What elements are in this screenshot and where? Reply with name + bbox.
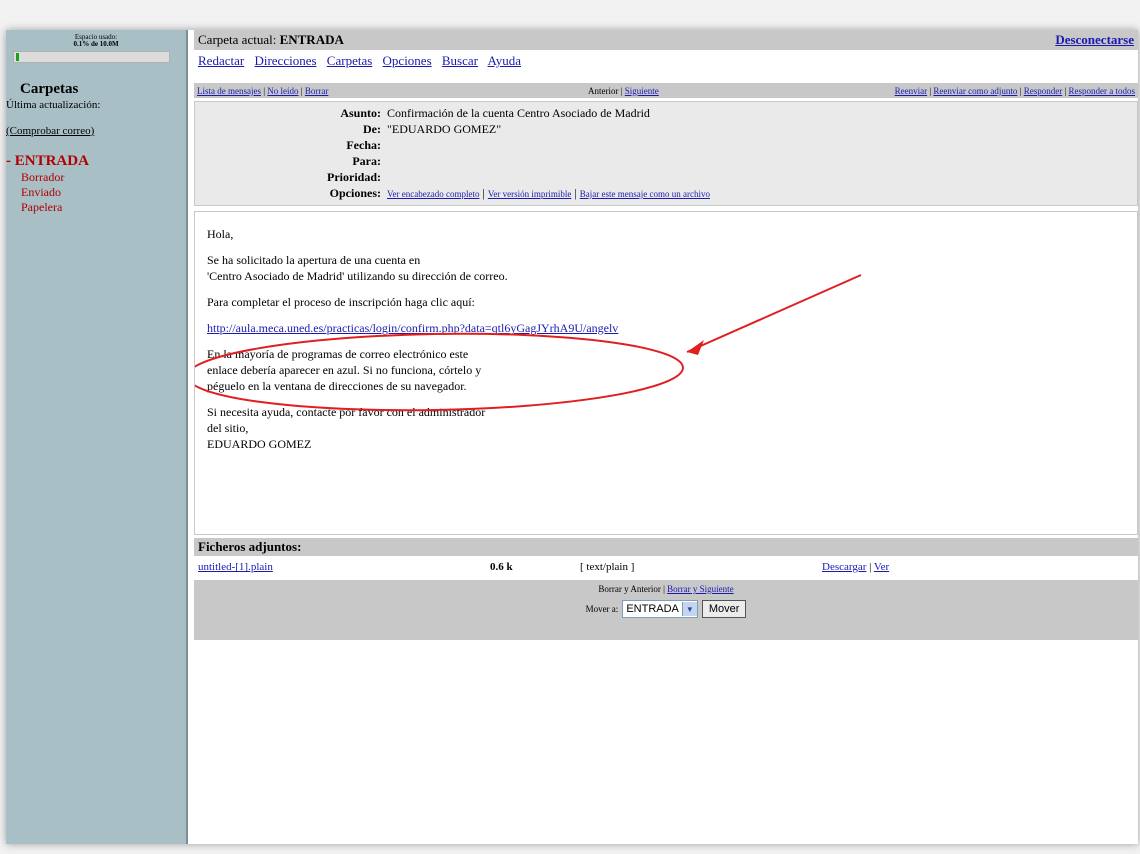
date-label: Fecha: [346, 138, 381, 152]
paragraph-3-line-2: enlace debería aparecer en azul. Si no f… [207, 363, 482, 377]
attachment-actions: Descargar | Ver [822, 561, 890, 573]
quota-bar-fill [16, 53, 19, 61]
confirm-link-wrap: http://aula.meca.uned.es/practicas/login… [207, 320, 1125, 336]
attachment-name-cell: untitled-[1].plain [198, 561, 490, 573]
menu-opciones[interactable]: Opciones [383, 53, 432, 68]
delete-link[interactable]: Borrar [305, 86, 329, 96]
prev-label: Anterior [587, 85, 619, 96]
delete-prev-label: Borrar y Anterior [598, 584, 661, 594]
paragraph-1-line-1: Se ha solicitado la apertura de una cuen… [207, 253, 421, 267]
delete-next-link[interactable]: Borrar y Siguiente [667, 584, 734, 594]
nav-left: Lista de mensajes | No leído | Borrar [197, 85, 329, 96]
attachment-size: 0.6 k [490, 561, 513, 573]
move-button[interactable]: Mover [701, 600, 747, 618]
priority-label: Prioridad: [327, 170, 381, 184]
next-link[interactable]: Siguiente [625, 86, 659, 96]
main-pane: Carpeta actual: ENTRADA Desconectarse Re… [194, 30, 1138, 640]
priority-value [387, 169, 1137, 185]
date-value [387, 137, 1137, 153]
menu-buscar[interactable]: Buscar [442, 53, 478, 68]
move-folder-select[interactable]: ENTRADA ▼ [622, 600, 698, 618]
current-folder-label: Carpeta actual: [198, 32, 280, 47]
annotation-arrow-line [686, 274, 862, 353]
move-folder-value: ENTRADA [626, 603, 679, 615]
folder-enviado[interactable]: Enviado [6, 185, 186, 200]
menu-carpetas[interactable]: Carpetas [327, 53, 372, 68]
forward-link[interactable]: Reenviar [895, 86, 927, 96]
header-subject-row: Asunto: Confirmación de la cuenta Centro… [195, 105, 1137, 121]
quota-label: Espacio usado: 0.1% de 10.0M [6, 34, 186, 48]
bottom-delete-nav: Borrar y Anterior | Borrar y Siguiente [598, 584, 734, 594]
header-date-row: Fecha: [195, 137, 1137, 153]
download-message-link[interactable]: Bajar este mensaje como un archivo [580, 189, 710, 199]
download-attachment-link[interactable]: Descargar [822, 561, 866, 573]
move-row: Mover a: ENTRADA ▼ Mover [194, 600, 1138, 618]
top-bar: Carpeta actual: ENTRADA Desconectarse [194, 30, 1138, 50]
paragraph-4: Si necesita ayuda, contacte por favor co… [207, 404, 1125, 452]
subject-label: Asunto: [340, 106, 381, 120]
message-headers: Asunto: Confirmación de la cuenta Centro… [194, 101, 1138, 206]
folder-borrador[interactable]: Borrador [6, 170, 186, 185]
printable-version-link[interactable]: Ver versión imprimible [488, 189, 571, 199]
forward-attachment-link[interactable]: Reenviar como adjunto [933, 86, 1017, 96]
current-folder-name: ENTRADA [279, 32, 344, 47]
folder-papelera[interactable]: Papelera [6, 200, 186, 215]
check-mail-link-wrap: (Comprobar correo) [6, 125, 186, 137]
main-menu: Redactar Direcciones Carpetas Opciones B… [198, 53, 1138, 69]
attachment-type: [ text/plain ] [580, 561, 635, 573]
bottom-bar: Borrar y Anterior | Borrar y Siguiente M… [194, 580, 1138, 640]
attachments-title: Ficheros adjuntos: [194, 538, 1138, 556]
paragraph-4-line-3: EDUARDO GOMEZ [207, 437, 312, 451]
quota-label-line2: 0.1% de 10.0M [73, 40, 119, 48]
options-value: Ver encabezado completo | Ver versión im… [387, 186, 710, 200]
nav-right: Reenviar | Reenviar como adjunto | Respo… [894, 85, 1136, 96]
menu-direcciones[interactable]: Direcciones [254, 53, 316, 68]
from-value: "EDUARDO GOMEZ" [387, 122, 502, 136]
message-list-link[interactable]: Lista de mensajes [197, 86, 261, 96]
folder-entrada[interactable]: - ENTRADA [6, 153, 186, 170]
logout-link[interactable]: Desconectarse [1055, 32, 1134, 48]
last-update-label: Última actualización: [6, 99, 101, 111]
menu-ayuda[interactable]: Ayuda [488, 53, 521, 68]
sidebar: Espacio usado: 0.1% de 10.0M Carpetas Úl… [6, 30, 188, 844]
header-to-row: Para: [195, 153, 1137, 169]
header-priority-row: Prioridad: [195, 169, 1137, 185]
move-to-label: Mover a: [585, 604, 619, 614]
attachment-row: untitled-[1].plain 0.6 k [ text/plain ] … [194, 556, 1138, 578]
webmail-window: Espacio usado: 0.1% de 10.0M Carpetas Úl… [6, 30, 1138, 844]
paragraph-4-line-2: del sitio, [207, 421, 249, 435]
paragraph-1-line-2: 'Centro Asociado de Madrid' utilizando s… [207, 269, 508, 283]
check-mail-link[interactable]: (Comprobar correo) [6, 125, 94, 137]
message-nav-bar: Lista de mensajes | No leído | Borrar An… [194, 83, 1138, 98]
current-folder-indicator: Carpeta actual: ENTRADA [198, 32, 344, 48]
header-options-row: Opciones: Ver encabezado completo | Ver … [195, 185, 1137, 202]
confirm-link[interactable]: http://aula.meca.uned.es/practicas/login… [207, 321, 618, 335]
reply-link[interactable]: Responder [1024, 86, 1063, 96]
subject-value: Confirmación de la cuenta Centro Asociad… [387, 106, 650, 120]
header-from-row: De: "EDUARDO GOMEZ" [195, 121, 1137, 137]
chevron-down-icon[interactable]: ▼ [681, 602, 697, 616]
paragraph-2: Para completar el proceso de inscripción… [207, 295, 475, 309]
unread-link[interactable]: No leído [267, 86, 298, 96]
paragraph-4-line-1: Si necesita ayuda, contacte por favor co… [207, 405, 486, 419]
paragraph-3-line-1: En la mayoría de programas de correo ele… [207, 347, 469, 361]
reply-all-link[interactable]: Responder a todos [1069, 86, 1136, 96]
to-value [387, 153, 1137, 169]
full-header-link[interactable]: Ver encabezado completo [387, 189, 479, 199]
to-label: Para: [352, 154, 381, 168]
menu-redactar[interactable]: Redactar [198, 53, 244, 68]
message-body: Hola, Se ha solicitado la apertura de un… [194, 211, 1138, 535]
paragraph-3-line-3: péguelo en la ventana de direcciones de … [207, 379, 467, 393]
view-attachment-link[interactable]: Ver [874, 561, 889, 573]
folder-list: - ENTRADA Borrador Enviado Papelera [6, 153, 186, 215]
options-label: Opciones: [329, 186, 381, 200]
greeting: Hola, [207, 227, 234, 241]
paragraph-1: Se ha solicitado la apertura de una cuen… [207, 252, 1125, 284]
nav-center: Anterior | Siguiente [587, 85, 659, 96]
quota-bar [13, 51, 170, 63]
from-label: De: [363, 122, 381, 136]
paragraph-3: En la mayoría de programas de correo ele… [207, 346, 1125, 394]
folders-title: Carpetas [20, 81, 79, 97]
attachment-name-link[interactable]: untitled-[1].plain [198, 561, 273, 573]
